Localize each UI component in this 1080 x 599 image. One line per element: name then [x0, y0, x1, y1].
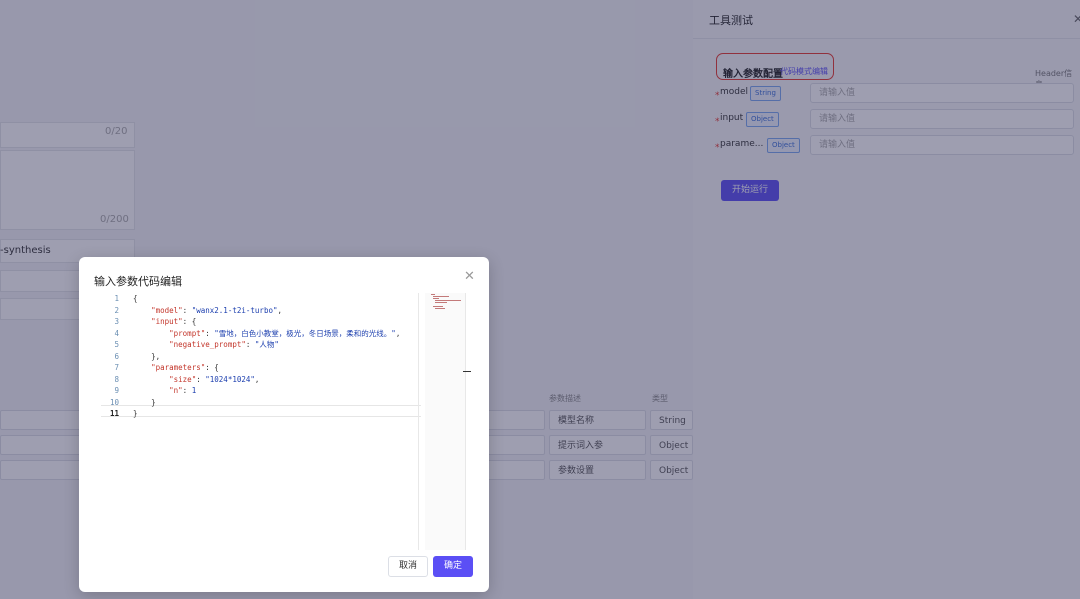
close-icon[interactable]: ✕: [464, 269, 475, 284]
code-text: "prompt": "雪地，白色小教堂，极光，冬日场景，柔和的光线。",: [169, 328, 401, 338]
code-text: "negative_prompt": "人物": [169, 340, 279, 349]
code-text: "n": 1: [169, 386, 197, 395]
cancel-button[interactable]: 取消: [388, 556, 428, 577]
code-text: "input": {: [151, 317, 197, 326]
code-line[interactable]: 11}: [101, 408, 441, 420]
code-text: {: [133, 294, 138, 303]
code-line[interactable]: 4 "prompt": "雪地，白色小教堂，极光，冬日场景，柔和的光线。",: [101, 328, 441, 340]
code-line[interactable]: 10 }: [101, 397, 441, 409]
line-number: 7: [114, 363, 119, 372]
minimap-line: [431, 294, 435, 295]
minimap-line: [433, 298, 439, 299]
minimap-line: [435, 302, 447, 303]
line-number: 5: [114, 340, 119, 349]
code-text: "size": "1024*1024",: [169, 374, 260, 384]
minimap-line: [435, 308, 445, 309]
code-minimap[interactable]: [425, 293, 466, 550]
scroll-indicator[interactable]: [463, 371, 471, 372]
line-number: 11: [109, 409, 119, 418]
line-number: 8: [114, 374, 119, 384]
line-number: 10: [109, 397, 119, 407]
code-line[interactable]: 2 "model": "wanx2.1-t2i-turbo",: [101, 305, 441, 317]
line-number: 2: [114, 305, 119, 315]
ok-button[interactable]: 确定: [433, 556, 473, 577]
line-number: 3: [114, 317, 119, 326]
minimap-line: [435, 300, 461, 301]
code-line[interactable]: 3 "input": {: [101, 316, 441, 328]
modal-title: 输入参数代码编辑: [94, 275, 182, 288]
code-line[interactable]: 1{: [101, 293, 441, 305]
code-text: "parameters": {: [151, 363, 219, 372]
minimap-line: [433, 296, 449, 297]
code-text: }: [151, 397, 156, 407]
editor-divider: [418, 293, 419, 550]
code-line[interactable]: 6 },: [101, 351, 441, 363]
code-line[interactable]: 9 "n": 1: [101, 385, 441, 397]
code-line[interactable]: 7 "parameters": {: [101, 362, 441, 374]
minimap-line: [433, 306, 443, 307]
code-line[interactable]: 8 "size": "1024*1024",: [101, 374, 441, 386]
code-line[interactable]: 5 "negative_prompt": "人物": [101, 339, 441, 351]
code-text: "model": "wanx2.1-t2i-turbo",: [151, 305, 283, 315]
code-edit-modal: 输入参数代码编辑 ✕ 1{2 "model": "wanx2.1-t2i-tur…: [79, 257, 489, 592]
code-editor[interactable]: 1{2 "model": "wanx2.1-t2i-turbo", 3 "inpu…: [101, 293, 466, 550]
code-text: },: [151, 351, 161, 361]
line-number: 6: [114, 351, 119, 361]
code-text: }: [133, 409, 138, 418]
line-number: 9: [114, 386, 119, 395]
line-number: 1: [114, 294, 119, 303]
line-number: 4: [114, 328, 119, 338]
